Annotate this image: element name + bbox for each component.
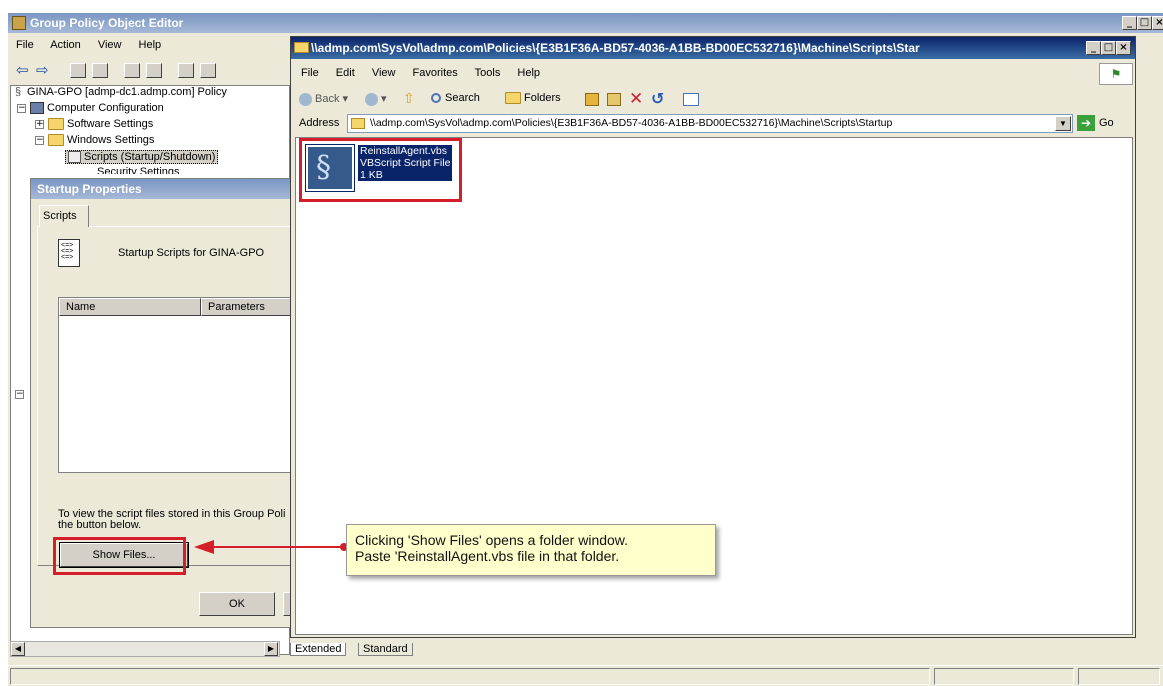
file-highlight [299,138,462,202]
tree-item-root[interactable]: § GINA-GPO [admp-dc1.admp.com] Policy [15,86,227,98]
computer-icon [30,102,44,115]
dialog-title-bar: Startup Properties [31,179,299,199]
gpo-menubar: File Action View Help [16,39,175,55]
address-label: Address [299,117,340,129]
script-icon [68,151,81,164]
maximize-button[interactable]: □ [1137,16,1152,30]
gpo-title: Group Policy Object Editor [30,16,184,30]
scroll-left-icon[interactable]: ◀ [11,642,25,656]
menu-file[interactable]: File [16,39,34,51]
close-button[interactable]: × [1152,16,1163,30]
up-icon[interactable]: ⇧ [403,91,415,107]
callout-line-1: Clicking 'Show Files' opens a folder win… [355,532,629,548]
explorer-minimize-button[interactable]: _ [1086,41,1101,55]
ok-button[interactable]: OK [199,592,275,616]
status-pane-2 [934,668,1074,685]
gpo-toolbar: ⇦ ⇨ [12,59,292,83]
tree-item-scripts[interactable]: Scripts (Startup/Shutdown) [65,150,219,165]
dialog-heading: Startup Scripts for GINA-GPO [118,247,265,259]
tree-hscrollbar[interactable]: ◀ ▶ [10,641,280,657]
explorer-toolbar: Back ▾ ▾ ⇧ Search Folders ✕ ↺ [295,89,1133,111]
status-bar [8,665,1163,686]
explorer-menubar: File Edit View Favorites Tools Help [301,67,554,83]
status-pane-3 [1078,668,1160,685]
collapse-icon[interactable]: − [15,390,24,399]
menu-action[interactable]: Action [50,39,81,51]
callout-box: Clicking 'Show Files' opens a folder win… [346,524,716,576]
callout-arrow [194,540,348,554]
tab-scripts[interactable]: Scripts [39,205,89,227]
windows-flag-icon: ⚑ [1099,63,1133,85]
scripts-list-icon: <=> <=> <=> [58,239,80,267]
show-tree-icon[interactable] [92,63,108,78]
console-icon[interactable] [200,63,216,78]
properties-icon[interactable] [124,63,140,78]
column-header-parameters[interactable]: Parameters [201,298,299,316]
menu-edit[interactable]: Edit [336,67,355,79]
expand-icon[interactable]: + [35,119,44,129]
collapse-icon[interactable]: − [17,103,26,113]
forward-arrow-icon[interactable]: ⇨ [36,61,49,79]
undo-icon[interactable]: ↺ [651,89,664,108]
address-input[interactable]: \\admp.com\SysVol\admp.com\Policies\{E3B… [347,114,1073,133]
folder-open-icon [294,42,309,53]
views-icon[interactable] [683,93,699,106]
back-button[interactable]: Back ▾ [299,92,348,106]
delete-icon[interactable]: ✕ [629,89,643,109]
export-icon[interactable] [146,63,162,78]
search-button[interactable]: Search [431,92,480,104]
tab-panel: <=> <=> <=> Startup Scripts for GINA-GPO N… [37,226,299,567]
address-bar: Address \\admp.com\SysVol\admp.com\Polic… [295,113,1133,135]
move-to-icon[interactable] [585,93,599,106]
menu-help[interactable]: Help [517,67,540,79]
explorer-maximize-button[interactable]: □ [1101,41,1116,55]
tree-item-software-settings[interactable]: + Software Settings [35,118,153,131]
explorer-title: \\admp.com\SysVol\admp.com\Policies\{E3B… [311,41,920,55]
explorer-close-button[interactable]: × [1116,41,1131,55]
menu-file[interactable]: File [301,67,319,79]
explorer-title-bar: \\admp.com\SysVol\admp.com\Policies\{E3B… [291,37,1135,59]
tab-standard[interactable]: Standard [358,643,413,656]
folder-icon [48,118,64,131]
forward-button[interactable]: ▾ [365,92,387,106]
menu-view[interactable]: View [372,67,396,79]
show-files-highlight [53,537,186,575]
menu-help[interactable]: Help [139,39,162,51]
column-header-name[interactable]: Name [59,298,201,316]
address-dropdown-icon[interactable]: ▼ [1055,116,1071,131]
go-arrow-icon: ➔ [1077,115,1095,131]
menu-favorites[interactable]: Favorites [413,67,458,79]
callout-line-2: Paste 'ReinstallAgent.vbs file in that f… [355,548,620,564]
collapse-icon[interactable]: − [35,135,44,145]
back-icon [299,92,312,106]
folder-icon [48,134,64,147]
menu-tools[interactable]: Tools [475,67,501,79]
folders-icon [505,92,521,105]
tab-extended[interactable]: Extended [290,643,347,656]
copy-to-icon[interactable] [607,93,621,106]
gpo-app-icon [12,16,26,30]
help-icon[interactable] [178,63,194,78]
dialog-title: Startup Properties [37,182,142,196]
scroll-right-icon[interactable]: ▶ [264,642,278,656]
info-text: To view the script files stored in this … [58,509,286,531]
tree-item-security-settings[interactable]: Security Settings [65,166,180,174]
forward-icon [365,92,378,106]
back-arrow-icon[interactable]: ⇦ [16,61,29,79]
menu-view[interactable]: View [98,39,122,51]
scripts-table[interactable]: Name Parameters [58,297,299,473]
minimize-button[interactable]: _ [1122,16,1137,30]
policy-icon: § [15,86,22,98]
status-pane-main [10,668,930,685]
address-folder-icon [351,118,365,129]
tree-item-computer-config[interactable]: − Computer Configuration [17,102,164,115]
up-folder-icon[interactable] [70,63,86,78]
folders-button[interactable]: Folders [505,92,561,105]
go-button[interactable]: ➔ Go [1077,115,1114,131]
tree-item-windows-settings[interactable]: − Windows Settings [35,134,154,147]
gpo-title-bar: Group Policy Object Editor [8,13,1163,33]
search-icon [431,93,441,104]
